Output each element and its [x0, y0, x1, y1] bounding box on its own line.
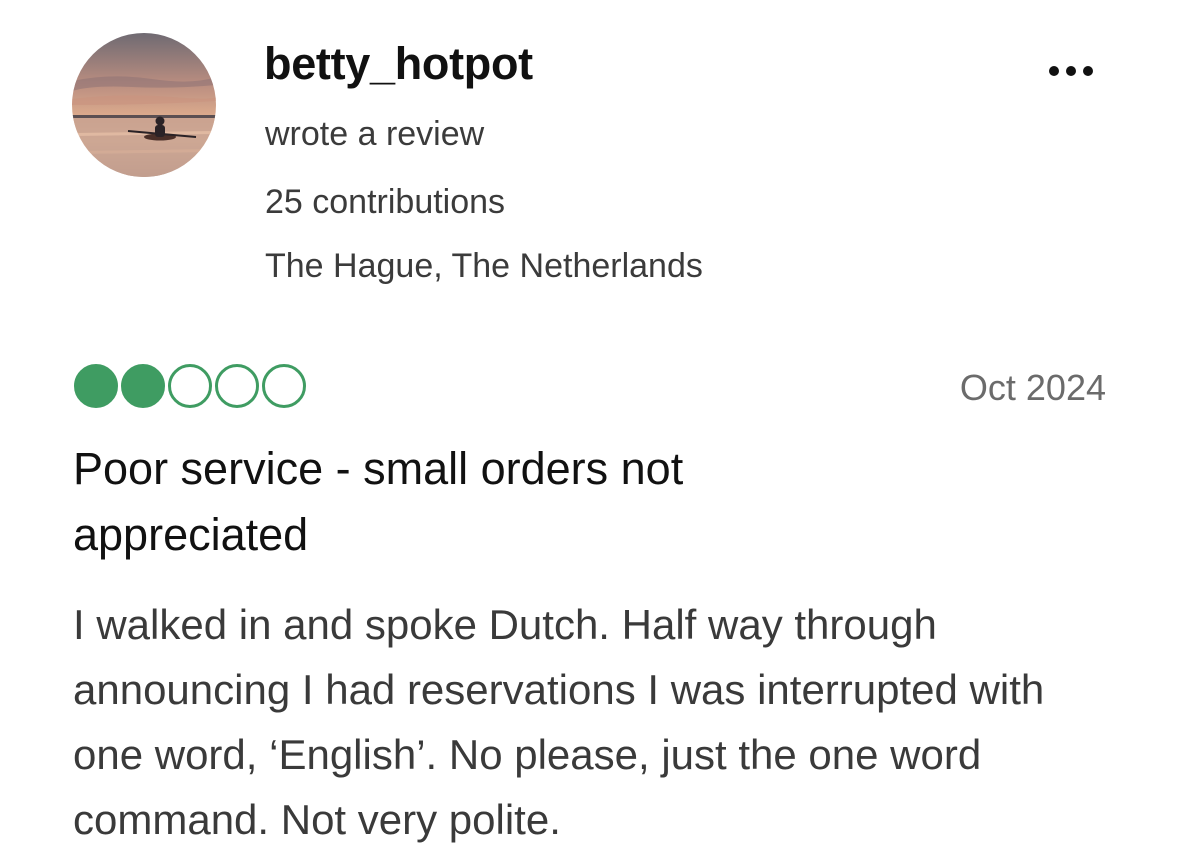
sunset-kayak-avatar-icon: [72, 33, 216, 177]
more-options-icon: [1049, 66, 1059, 76]
rating-bubble-empty: [168, 364, 212, 408]
rating-bubbles: [74, 364, 306, 408]
more-options-button[interactable]: [1036, 56, 1106, 86]
more-options-icon-dot: [1066, 66, 1076, 76]
rating-bubble-empty: [215, 364, 259, 408]
contributions-count: 25 contributions: [265, 183, 506, 221]
review-body: I walked in and spoke Dutch. Half way th…: [73, 601, 1045, 843]
review-date: Oct 2024: [959, 367, 1106, 408]
review-card: betty_hotpot wrote a review 25 contribut…: [0, 0, 1179, 854]
reviewer-location: The Hague, The Netherlands: [265, 247, 703, 285]
rating-bubble-empty: [262, 364, 306, 408]
rating-bubble-filled: [74, 364, 118, 408]
avatar[interactable]: [72, 33, 216, 177]
review-action-text: wrote a review: [265, 115, 485, 153]
more-options-icon-dot: [1083, 66, 1093, 76]
reviewer-username[interactable]: betty_hotpot: [264, 34, 533, 94]
review-title[interactable]: Poor service - small orders not apprecia…: [73, 436, 853, 568]
rating-bubble-filled: [121, 364, 165, 408]
